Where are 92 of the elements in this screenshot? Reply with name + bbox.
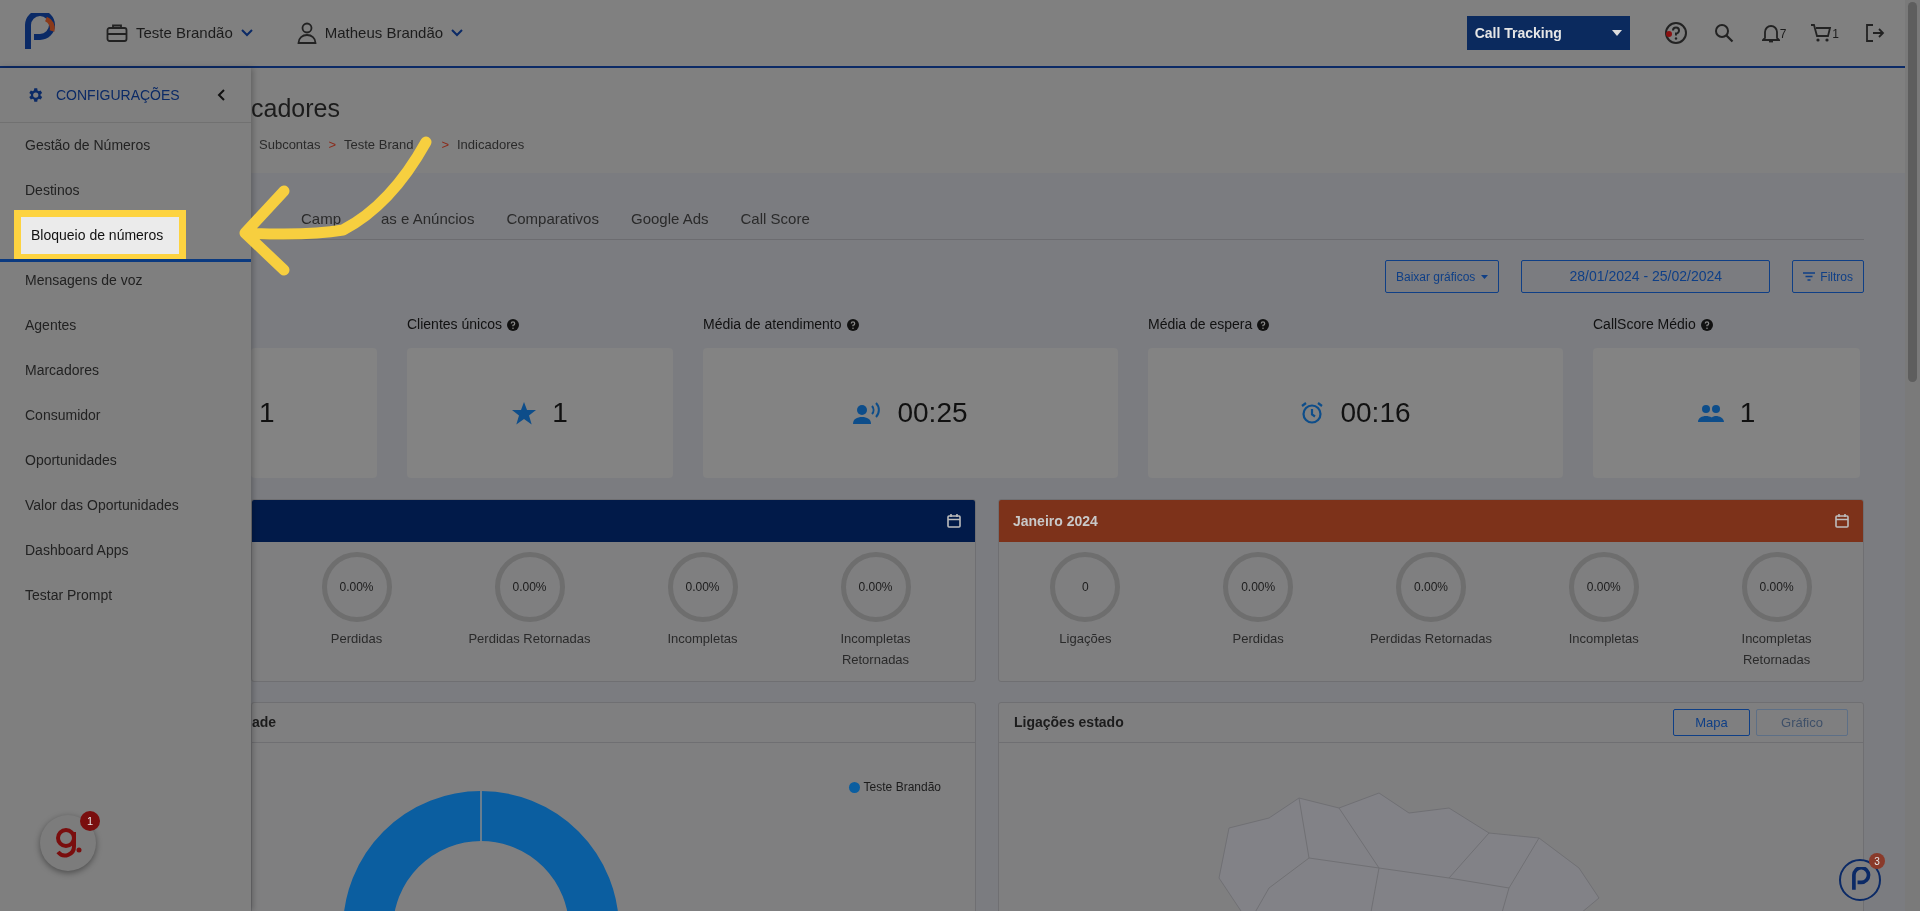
sidebar-item[interactable]: Bloqueio de números [14, 210, 186, 261]
sidebar-item[interactable]: Destinos [14, 180, 80, 201]
kpi-value: 1 [259, 396, 275, 430]
sidebar-item[interactable]: Testar Prompt [14, 585, 113, 606]
breadcrumb-link[interactable]: Subcontas [259, 135, 321, 155]
stat-label: Ligações [1058, 630, 1113, 648]
kpi-value: 00:16 [1340, 396, 1411, 430]
caret-icon [1611, 30, 1622, 36]
help-icon[interactable] [846, 318, 859, 331]
caret-icon [1481, 274, 1489, 279]
date-range-field[interactable]: 28/01/2024 - 25/02/2024 [1521, 260, 1771, 293]
notification-badge: 3 [1869, 853, 1885, 869]
sidebar-item[interactable]: Consumidor [14, 405, 101, 426]
filter-button[interactable]: Filtros [1792, 260, 1864, 293]
stat-ring: 0.00% [1741, 552, 1812, 622]
breadcrumb-link[interactable]: Indicadores [457, 135, 525, 155]
sidebar-item[interactable]: Dashboard Apps [14, 540, 129, 561]
stat-ring: 0.00% [1223, 552, 1294, 622]
help-icon[interactable] [1257, 318, 1270, 331]
legend-label: Teste Brandão [863, 779, 941, 796]
panel-title: Ligações estado [1014, 713, 1124, 732]
kpi-value: 00:25 [897, 396, 968, 430]
stat-label: Incompletas [666, 630, 739, 648]
collapse-icon[interactable] [217, 89, 225, 101]
chevron-down-icon [451, 29, 464, 37]
kpi-label: Média de atendimento [703, 315, 842, 334]
kpi-value: 1 [552, 396, 568, 430]
sidebar-item[interactable]: Marcadores [14, 360, 99, 381]
sidebar-item[interactable]: Mensagens de voz [14, 270, 143, 291]
speaking-person-icon [853, 402, 882, 424]
calendar-icon[interactable] [947, 514, 961, 528]
kpi-label: Média de espera [1148, 315, 1253, 334]
sidebar-item[interactable]: Agentes [14, 315, 77, 336]
stat-label: Incompletas [1567, 630, 1640, 648]
stat-label: Incompletas Retornadas [1740, 630, 1813, 669]
sidebar-title: CONFIGURAÇÕES [56, 85, 180, 105]
search-icon[interactable] [1713, 23, 1734, 43]
stat-ring: 0.00% [1568, 552, 1639, 622]
letter-g-logo-icon [53, 826, 83, 860]
alarm-clock-icon [1300, 401, 1325, 425]
tab[interactable]: Camp as e Anúncios [301, 207, 475, 239]
chat-widget[interactable] [40, 815, 96, 871]
calendar-icon[interactable] [1835, 514, 1849, 528]
help-icon[interactable] [1700, 318, 1713, 331]
sidebar-item[interactable]: Oportunidades [14, 450, 117, 471]
help-icon[interactable] [506, 318, 519, 331]
cart-icon[interactable] [1810, 23, 1833, 43]
chevron-down-icon [240, 29, 253, 37]
user-menu[interactable]: Matheus Brandão [296, 21, 464, 45]
tab[interactable]: Call Score [740, 207, 810, 239]
scrollbar[interactable] [1905, 0, 1920, 911]
sidebar-item[interactable]: Valor das Oportunidades [14, 495, 179, 516]
page-title: cadores [251, 94, 340, 122]
stat-ring: 0.00% [840, 552, 911, 622]
breadcrumb-separator: > [441, 136, 449, 154]
logout-icon[interactable] [1865, 23, 1885, 43]
breadcrumb-link[interactable]: Teste Brand [344, 135, 414, 155]
stat-ring: 0 [1050, 552, 1121, 622]
bell-icon[interactable] [1761, 23, 1780, 43]
people-icon [1697, 404, 1724, 422]
view-toggle[interactable]: Mapa [1673, 709, 1750, 736]
download-charts-button[interactable]: Baixar gráficos [1384, 260, 1500, 293]
cart-count: 1 [1832, 26, 1839, 43]
panel-title: Janeiro 2024 [1013, 511, 1098, 531]
panel-title: ade [252, 713, 277, 732]
view-toggle[interactable]: Gráfico [1756, 709, 1848, 736]
account-menu[interactable]: Teste Brandão [106, 21, 253, 45]
sidebar-item[interactable]: Gestão de Números [14, 135, 151, 156]
kpi-label: CallScore Médio [1593, 315, 1696, 334]
kpi-value: 1 [1739, 396, 1756, 430]
stat-label: Perdidas [329, 630, 384, 648]
product-select[interactable]: Call Tracking [1466, 16, 1630, 50]
stat-label: Perdidas Retornadas [467, 630, 592, 648]
stat-label: Perdidas Retornadas [1368, 630, 1494, 648]
stat-label: Incompletas Retornadas [839, 630, 912, 669]
stat-ring: 0.00% [321, 552, 392, 622]
kpi-label: Clientes únicos [407, 315, 502, 334]
briefcase-icon [106, 23, 128, 43]
person-icon [296, 22, 317, 44]
notification-count: 7 [1779, 26, 1787, 43]
star-icon [512, 401, 537, 425]
help-icon[interactable] [1663, 21, 1688, 45]
stat-ring: 0.00% [1396, 552, 1466, 622]
stat-label: Perdidas [1231, 630, 1285, 648]
stat-ring: 0.00% [667, 552, 738, 622]
logo-icon [1849, 867, 1871, 893]
breadcrumb-separator: > [328, 136, 337, 154]
filter-icon [1803, 272, 1816, 281]
stat-ring: 0.00% [494, 552, 565, 622]
tab[interactable]: Google Ads [630, 207, 709, 239]
tab[interactable]: Comparativos [506, 207, 599, 239]
notification-badge: 1 [80, 811, 100, 831]
